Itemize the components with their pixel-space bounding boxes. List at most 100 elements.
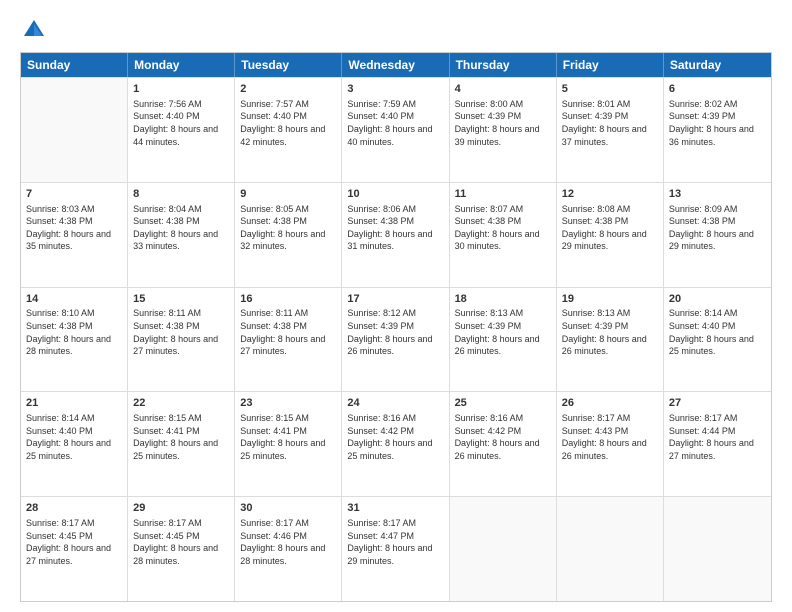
header-day-thursday: Thursday — [450, 53, 557, 77]
day-cell-6: 6Sunrise: 8:02 AMSunset: 4:39 PMDaylight… — [664, 78, 771, 182]
cell-info: Sunrise: 8:06 AMSunset: 4:38 PMDaylight:… — [347, 203, 443, 253]
day-cell-2: 2Sunrise: 7:57 AMSunset: 4:40 PMDaylight… — [235, 78, 342, 182]
day-cell-3: 3Sunrise: 7:59 AMSunset: 4:40 PMDaylight… — [342, 78, 449, 182]
day-cell-12: 12Sunrise: 8:08 AMSunset: 4:38 PMDayligh… — [557, 183, 664, 287]
day-cell-8: 8Sunrise: 8:04 AMSunset: 4:38 PMDaylight… — [128, 183, 235, 287]
day-cell-31: 31Sunrise: 8:17 AMSunset: 4:47 PMDayligh… — [342, 497, 449, 601]
cell-info: Sunrise: 8:11 AMSunset: 4:38 PMDaylight:… — [133, 307, 229, 357]
day-number: 25 — [455, 396, 551, 411]
calendar-row-3: 14Sunrise: 8:10 AMSunset: 4:38 PMDayligh… — [21, 287, 771, 392]
cell-info: Sunrise: 7:57 AMSunset: 4:40 PMDaylight:… — [240, 98, 336, 148]
cell-info: Sunrise: 8:05 AMSunset: 4:38 PMDaylight:… — [240, 203, 336, 253]
header-day-saturday: Saturday — [664, 53, 771, 77]
day-number: 12 — [562, 187, 658, 202]
empty-cell — [664, 497, 771, 601]
day-cell-30: 30Sunrise: 8:17 AMSunset: 4:46 PMDayligh… — [235, 497, 342, 601]
day-number: 14 — [26, 292, 122, 307]
day-cell-7: 7Sunrise: 8:03 AMSunset: 4:38 PMDaylight… — [21, 183, 128, 287]
day-number: 30 — [240, 501, 336, 516]
day-cell-13: 13Sunrise: 8:09 AMSunset: 4:38 PMDayligh… — [664, 183, 771, 287]
logo — [20, 16, 52, 44]
day-number: 10 — [347, 187, 443, 202]
empty-cell — [450, 497, 557, 601]
day-number: 1 — [133, 82, 229, 97]
day-cell-18: 18Sunrise: 8:13 AMSunset: 4:39 PMDayligh… — [450, 288, 557, 392]
day-cell-24: 24Sunrise: 8:16 AMSunset: 4:42 PMDayligh… — [342, 392, 449, 496]
calendar-row-4: 21Sunrise: 8:14 AMSunset: 4:40 PMDayligh… — [21, 391, 771, 496]
cell-info: Sunrise: 8:03 AMSunset: 4:38 PMDaylight:… — [26, 203, 122, 253]
day-number: 6 — [669, 82, 766, 97]
cell-info: Sunrise: 8:11 AMSunset: 4:38 PMDaylight:… — [240, 307, 336, 357]
header-day-friday: Friday — [557, 53, 664, 77]
day-cell-5: 5Sunrise: 8:01 AMSunset: 4:39 PMDaylight… — [557, 78, 664, 182]
cell-info: Sunrise: 8:15 AMSunset: 4:41 PMDaylight:… — [133, 412, 229, 462]
day-number: 27 — [669, 396, 766, 411]
day-cell-25: 25Sunrise: 8:16 AMSunset: 4:42 PMDayligh… — [450, 392, 557, 496]
cell-info: Sunrise: 8:02 AMSunset: 4:39 PMDaylight:… — [669, 98, 766, 148]
day-number: 17 — [347, 292, 443, 307]
day-cell-20: 20Sunrise: 8:14 AMSunset: 4:40 PMDayligh… — [664, 288, 771, 392]
cell-info: Sunrise: 8:13 AMSunset: 4:39 PMDaylight:… — [562, 307, 658, 357]
day-number: 3 — [347, 82, 443, 97]
day-cell-17: 17Sunrise: 8:12 AMSunset: 4:39 PMDayligh… — [342, 288, 449, 392]
day-number: 13 — [669, 187, 766, 202]
cell-info: Sunrise: 8:17 AMSunset: 4:45 PMDaylight:… — [133, 517, 229, 567]
day-cell-26: 26Sunrise: 8:17 AMSunset: 4:43 PMDayligh… — [557, 392, 664, 496]
day-number: 22 — [133, 396, 229, 411]
cell-info: Sunrise: 8:17 AMSunset: 4:47 PMDaylight:… — [347, 517, 443, 567]
cell-info: Sunrise: 8:04 AMSunset: 4:38 PMDaylight:… — [133, 203, 229, 253]
day-cell-28: 28Sunrise: 8:17 AMSunset: 4:45 PMDayligh… — [21, 497, 128, 601]
cell-info: Sunrise: 8:01 AMSunset: 4:39 PMDaylight:… — [562, 98, 658, 148]
day-number: 21 — [26, 396, 122, 411]
day-cell-10: 10Sunrise: 8:06 AMSunset: 4:38 PMDayligh… — [342, 183, 449, 287]
day-cell-15: 15Sunrise: 8:11 AMSunset: 4:38 PMDayligh… — [128, 288, 235, 392]
day-cell-23: 23Sunrise: 8:15 AMSunset: 4:41 PMDayligh… — [235, 392, 342, 496]
day-cell-19: 19Sunrise: 8:13 AMSunset: 4:39 PMDayligh… — [557, 288, 664, 392]
cell-info: Sunrise: 8:07 AMSunset: 4:38 PMDaylight:… — [455, 203, 551, 253]
cell-info: Sunrise: 8:16 AMSunset: 4:42 PMDaylight:… — [455, 412, 551, 462]
day-number: 15 — [133, 292, 229, 307]
calendar-row-5: 28Sunrise: 8:17 AMSunset: 4:45 PMDayligh… — [21, 496, 771, 601]
calendar-row-2: 7Sunrise: 8:03 AMSunset: 4:38 PMDaylight… — [21, 182, 771, 287]
day-number: 8 — [133, 187, 229, 202]
day-number: 23 — [240, 396, 336, 411]
cell-info: Sunrise: 8:14 AMSunset: 4:40 PMDaylight:… — [26, 412, 122, 462]
calendar: SundayMondayTuesdayWednesdayThursdayFrid… — [20, 52, 772, 602]
empty-cell — [557, 497, 664, 601]
day-number: 31 — [347, 501, 443, 516]
day-cell-21: 21Sunrise: 8:14 AMSunset: 4:40 PMDayligh… — [21, 392, 128, 496]
cell-info: Sunrise: 8:16 AMSunset: 4:42 PMDaylight:… — [347, 412, 443, 462]
day-number: 19 — [562, 292, 658, 307]
day-number: 26 — [562, 396, 658, 411]
day-number: 18 — [455, 292, 551, 307]
cell-info: Sunrise: 8:08 AMSunset: 4:38 PMDaylight:… — [562, 203, 658, 253]
day-cell-16: 16Sunrise: 8:11 AMSunset: 4:38 PMDayligh… — [235, 288, 342, 392]
cell-info: Sunrise: 7:59 AMSunset: 4:40 PMDaylight:… — [347, 98, 443, 148]
day-cell-22: 22Sunrise: 8:15 AMSunset: 4:41 PMDayligh… — [128, 392, 235, 496]
cell-info: Sunrise: 8:12 AMSunset: 4:39 PMDaylight:… — [347, 307, 443, 357]
day-cell-4: 4Sunrise: 8:00 AMSunset: 4:39 PMDaylight… — [450, 78, 557, 182]
logo-icon — [20, 16, 48, 44]
calendar-row-1: 1Sunrise: 7:56 AMSunset: 4:40 PMDaylight… — [21, 77, 771, 182]
cell-info: Sunrise: 8:15 AMSunset: 4:41 PMDaylight:… — [240, 412, 336, 462]
day-cell-1: 1Sunrise: 7:56 AMSunset: 4:40 PMDaylight… — [128, 78, 235, 182]
cell-info: Sunrise: 8:13 AMSunset: 4:39 PMDaylight:… — [455, 307, 551, 357]
day-number: 4 — [455, 82, 551, 97]
day-number: 9 — [240, 187, 336, 202]
day-number: 24 — [347, 396, 443, 411]
cell-info: Sunrise: 8:17 AMSunset: 4:43 PMDaylight:… — [562, 412, 658, 462]
day-number: 16 — [240, 292, 336, 307]
header-day-monday: Monday — [128, 53, 235, 77]
day-number: 11 — [455, 187, 551, 202]
calendar-page: SundayMondayTuesdayWednesdayThursdayFrid… — [0, 0, 792, 612]
day-number: 7 — [26, 187, 122, 202]
cell-info: Sunrise: 8:14 AMSunset: 4:40 PMDaylight:… — [669, 307, 766, 357]
header-day-wednesday: Wednesday — [342, 53, 449, 77]
day-number: 2 — [240, 82, 336, 97]
day-cell-14: 14Sunrise: 8:10 AMSunset: 4:38 PMDayligh… — [21, 288, 128, 392]
cell-info: Sunrise: 8:09 AMSunset: 4:38 PMDaylight:… — [669, 203, 766, 253]
day-number: 20 — [669, 292, 766, 307]
day-cell-9: 9Sunrise: 8:05 AMSunset: 4:38 PMDaylight… — [235, 183, 342, 287]
cell-info: Sunrise: 8:17 AMSunset: 4:44 PMDaylight:… — [669, 412, 766, 462]
day-cell-29: 29Sunrise: 8:17 AMSunset: 4:45 PMDayligh… — [128, 497, 235, 601]
